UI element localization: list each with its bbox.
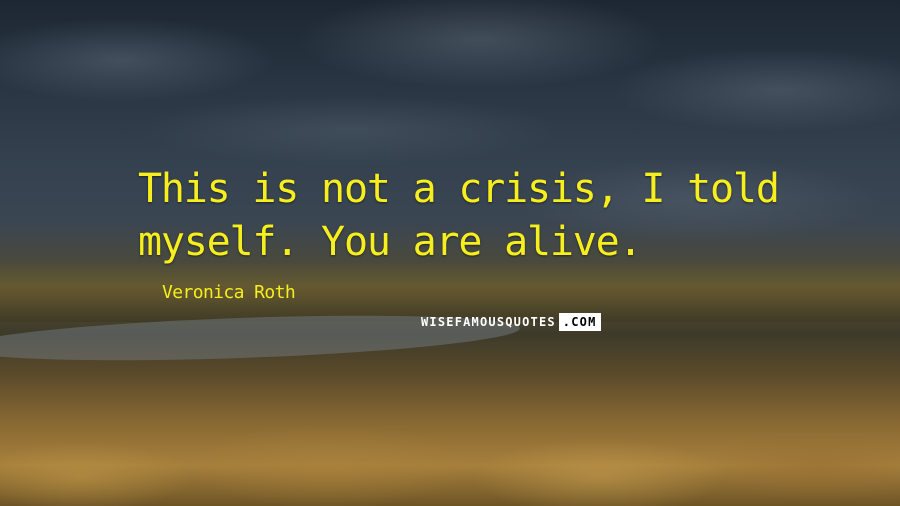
watermark-logo: WISEFAMOUSQUOTES .COM: [421, 313, 601, 331]
quote-text: This is not a crisis, I told myself. You…: [138, 166, 780, 265]
quote-author: Veronica Roth: [162, 282, 296, 303]
watermark-left: WISEFAMOUSQUOTES: [421, 315, 556, 329]
rocky-foreground: [0, 356, 900, 506]
quote-image: This is not a crisis, I told myself. You…: [0, 0, 900, 506]
watermark-right: .COM: [558, 313, 601, 331]
